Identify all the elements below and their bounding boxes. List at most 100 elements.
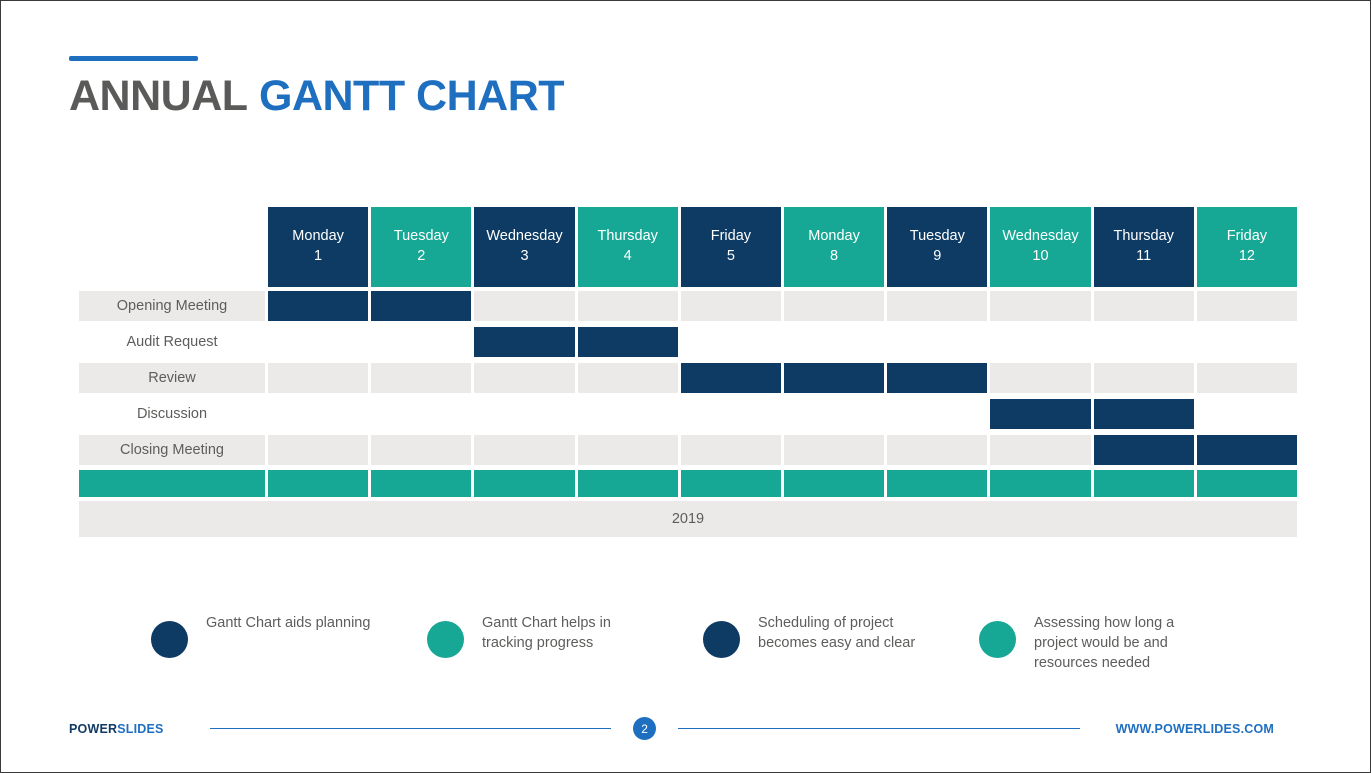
gantt-band-cell bbox=[1093, 470, 1194, 497]
column-header-date: 1 bbox=[314, 248, 323, 264]
column-header-monday-1: Monday 1 bbox=[268, 207, 369, 287]
gantt-band-cell bbox=[79, 470, 265, 497]
legend-dot-icon bbox=[427, 621, 464, 658]
column-header-day: Thursday bbox=[1113, 228, 1174, 245]
slide: ANNUAL GANTT CHART Monday 1 Tuesday 2 Wednes… bbox=[0, 0, 1371, 773]
legend-item-2: Gantt Chart helps in tracking progress bbox=[427, 613, 703, 673]
column-header-day: Monday bbox=[808, 228, 860, 245]
column-header-day: Tuesday bbox=[909, 228, 965, 245]
task-label-review: Review bbox=[79, 363, 265, 393]
gantt-cell bbox=[681, 327, 781, 357]
gantt-band-cell bbox=[887, 470, 988, 497]
column-header-date: 3 bbox=[520, 248, 529, 264]
gantt-bar-segment bbox=[268, 291, 369, 321]
column-header-friday-12: Friday 12 bbox=[1196, 207, 1297, 287]
gantt-bar-segment bbox=[577, 327, 678, 357]
column-header-day: Friday bbox=[710, 228, 752, 245]
gantt-cell bbox=[1094, 327, 1194, 357]
gantt-cell bbox=[1197, 327, 1297, 357]
gantt-cell bbox=[887, 327, 987, 357]
gantt-cell bbox=[784, 399, 884, 429]
column-header-monday-8: Monday 8 bbox=[783, 207, 885, 287]
legend: Gantt Chart aids planning Gantt Chart hel… bbox=[151, 613, 1281, 673]
gantt-cell bbox=[783, 291, 885, 321]
gantt-bar-segment bbox=[474, 327, 575, 357]
website-url: WWW.POWERLIDES.COM bbox=[1115, 721, 1275, 736]
legend-item-1: Gantt Chart aids planning bbox=[151, 613, 427, 673]
gantt-year-row: 2019 bbox=[79, 501, 1297, 537]
brand-part-slides: SLIDES bbox=[117, 721, 164, 736]
column-header-friday-5: Friday 5 bbox=[680, 207, 781, 287]
gantt-band-cell bbox=[577, 470, 678, 497]
column-header-date: 2 bbox=[417, 248, 426, 264]
gantt-grid: Monday 1 Tuesday 2 Wednesday 3 Thursday 4 Friday… bbox=[79, 207, 1297, 465]
gantt-cell bbox=[990, 327, 1090, 357]
gantt-cell bbox=[474, 435, 575, 465]
gantt-cell bbox=[268, 435, 369, 465]
gantt-cell bbox=[680, 435, 781, 465]
gantt-cell bbox=[268, 327, 368, 357]
task-label-opening-meeting: Opening Meeting bbox=[79, 291, 265, 321]
column-header-day: Monday bbox=[292, 228, 344, 245]
gantt-cell bbox=[268, 363, 369, 393]
gantt-band-cell bbox=[474, 470, 575, 497]
gantt-band-cell bbox=[1196, 470, 1297, 497]
gantt-band-cell bbox=[680, 470, 781, 497]
column-header-date: 10 bbox=[1032, 248, 1049, 264]
column-header-tuesday-9: Tuesday 9 bbox=[887, 207, 988, 287]
gantt-cell bbox=[578, 399, 678, 429]
gantt-bar-segment bbox=[1093, 399, 1194, 429]
title-accent-rule bbox=[69, 56, 198, 61]
footer: POWERSLIDES 2 WWW.POWERLIDES.COM bbox=[69, 717, 1274, 740]
legend-label: Assessing how long a project would be an… bbox=[1034, 615, 1175, 671]
footer-divider-left bbox=[209, 728, 612, 729]
gantt-bar-segment bbox=[887, 363, 988, 393]
gantt-cell bbox=[887, 399, 987, 429]
legend-label: Gantt Chart aids planning bbox=[206, 615, 371, 631]
gantt-cell bbox=[371, 327, 471, 357]
page-number-badge: 2 bbox=[633, 717, 657, 740]
gantt-cell bbox=[577, 291, 678, 321]
gantt-teal-band bbox=[79, 470, 1297, 497]
column-header-date: 12 bbox=[1238, 248, 1255, 264]
legend-label: Scheduling of project becomes easy and c… bbox=[758, 615, 916, 651]
gantt-cell bbox=[990, 435, 1091, 465]
column-header-day: Tuesday bbox=[393, 228, 449, 245]
brand-logo: POWERSLIDES bbox=[69, 722, 164, 736]
gantt-cell bbox=[1196, 363, 1297, 393]
footer-divider-right bbox=[678, 728, 1080, 729]
column-header-thursday-11: Thursday 11 bbox=[1093, 207, 1194, 287]
gantt-cell bbox=[1093, 363, 1194, 393]
title-part-gantt-chart: GANTT CHART bbox=[259, 72, 565, 120]
gantt-cell bbox=[371, 435, 472, 465]
gantt-cell bbox=[474, 399, 574, 429]
gantt-cell bbox=[577, 435, 678, 465]
legend-dot-icon bbox=[703, 621, 740, 658]
legend-dot-icon bbox=[151, 621, 188, 658]
legend-item-4: Assessing how long a project would be an… bbox=[979, 613, 1255, 673]
gantt-cell bbox=[371, 399, 471, 429]
gantt-band-cell bbox=[990, 470, 1091, 497]
gantt-cell bbox=[577, 363, 678, 393]
column-header-date: 5 bbox=[726, 248, 735, 264]
gantt-cell bbox=[1196, 291, 1297, 321]
column-header-tuesday-2: Tuesday 2 bbox=[371, 207, 472, 287]
legend-dot-icon bbox=[979, 621, 1016, 658]
column-header-thursday-4: Thursday 4 bbox=[577, 207, 678, 287]
legend-item-3: Scheduling of project becomes easy and c… bbox=[703, 613, 979, 673]
gantt-cell bbox=[1093, 291, 1194, 321]
gantt-cell bbox=[887, 435, 988, 465]
gantt-cell bbox=[783, 435, 885, 465]
gantt-header-spacer bbox=[79, 207, 265, 287]
gantt-bar-segment bbox=[1196, 435, 1297, 465]
gantt-cell bbox=[784, 327, 884, 357]
gantt-bar-segment bbox=[680, 363, 781, 393]
column-header-day: Wednesday bbox=[1002, 228, 1079, 245]
gantt-bar-segment bbox=[990, 399, 1091, 429]
gantt-cell bbox=[681, 399, 781, 429]
task-label-audit-request: Audit Request bbox=[126, 334, 218, 350]
legend-label: Gantt Chart helps in tracking progress bbox=[482, 615, 611, 651]
column-header-day: Friday bbox=[1226, 228, 1268, 245]
gantt-band-cell bbox=[783, 470, 885, 497]
gantt-bar-segment bbox=[371, 291, 472, 321]
